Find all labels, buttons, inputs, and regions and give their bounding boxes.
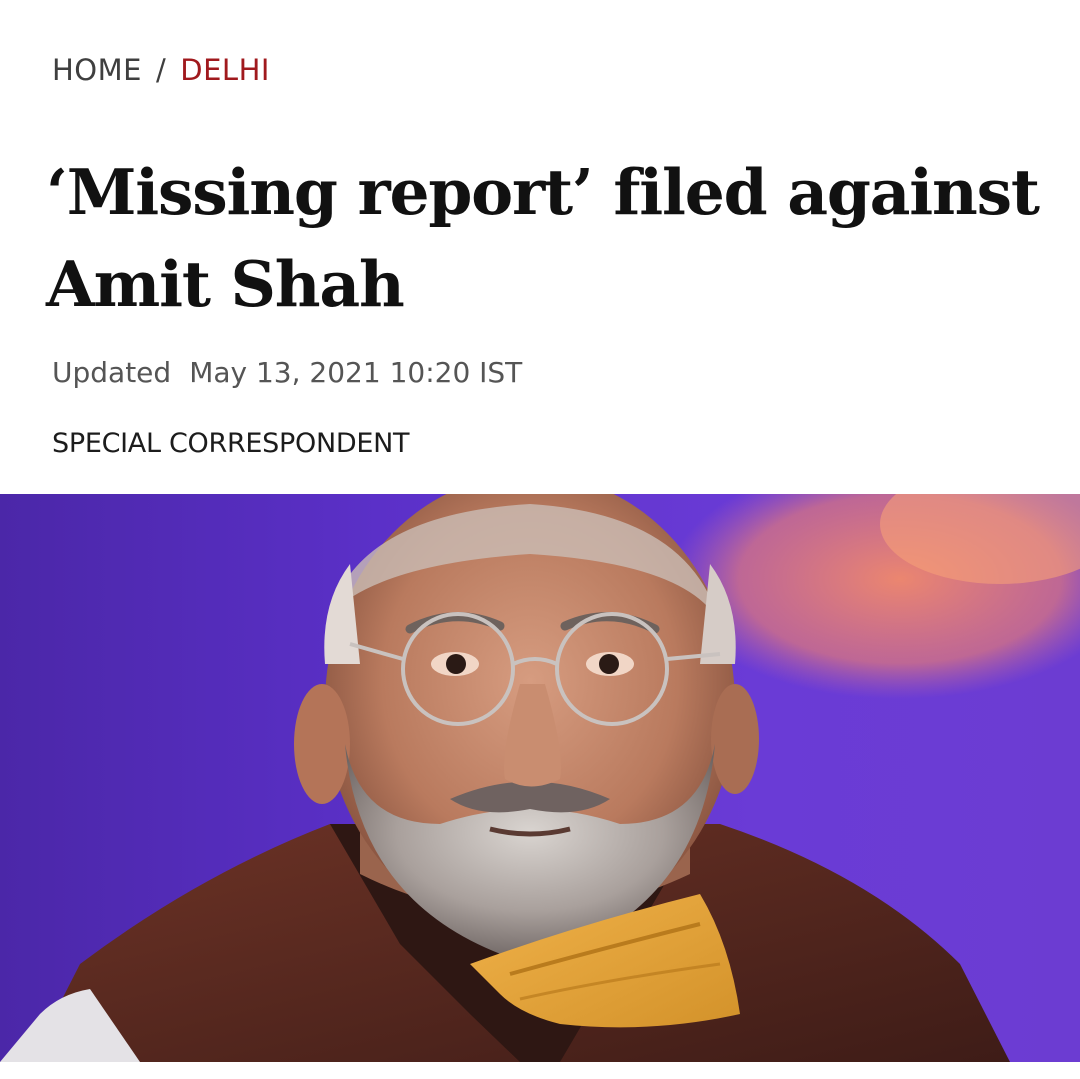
article-byline[interactable]: SPECIAL CORRESPONDENT [52,424,409,464]
breadcrumb: HOME / DELHI [52,48,270,92]
breadcrumb-home-link[interactable]: HOME [52,53,142,87]
breadcrumb-section-link[interactable]: DELHI [180,53,270,87]
article-headline: ‘Missing report’ filed against Amit Shah [46,155,1040,321]
article-timestamp: Updated May 13, 2021 10:20 IST [52,352,522,394]
updated-label: Updated [52,356,172,389]
lead-image-illustration [0,494,1080,1062]
updated-time: May 13, 2021 10:20 IST [189,356,523,389]
article-page: HOME / DELHI ‘Missing report’ filed agains… [0,0,1080,1079]
breadcrumb-separator: / [155,53,167,87]
article-lead-image [0,494,1080,1062]
